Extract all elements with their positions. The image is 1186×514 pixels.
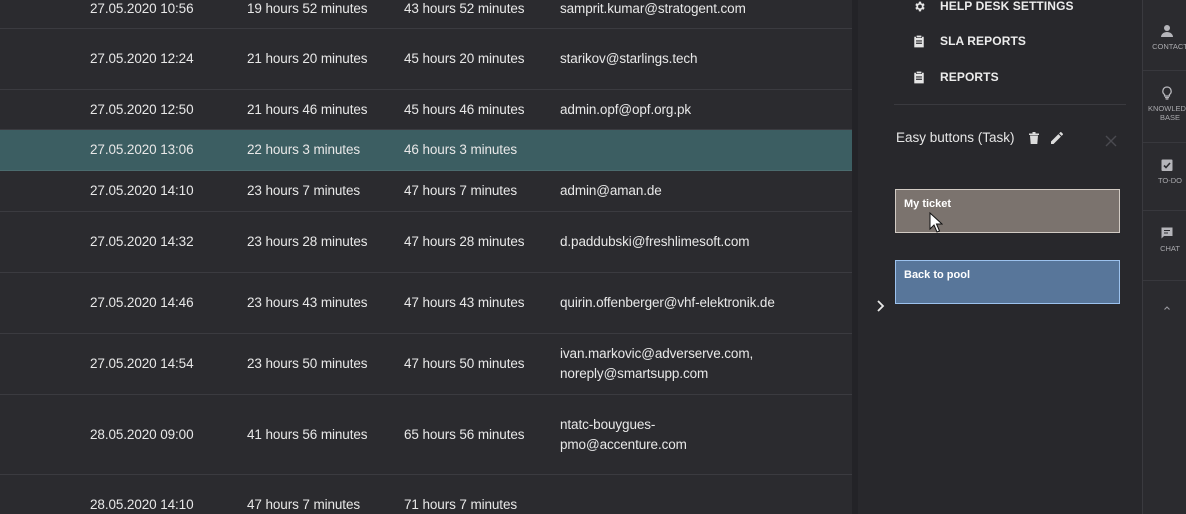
row-response-time: 21 hours 20 minutes <box>247 51 368 66</box>
my-ticket-label: My ticket <box>904 198 952 210</box>
row-response-time: 19 hours 52 minutes <box>247 0 368 16</box>
menu-item-label: REPORTS <box>940 70 999 84</box>
lightbulb-icon <box>1162 86 1172 100</box>
mouse-cursor-icon <box>929 212 943 233</box>
chat-icon <box>1161 227 1173 239</box>
table-row[interactable]: 27.05.2020 13:06 22 hours 3 minutes 46 hou… <box>0 130 852 171</box>
clipboard-icon <box>912 34 926 48</box>
row-date: 27.05.2020 14:32 <box>90 234 194 249</box>
sidebar-item-label: KNOWLEDGE BASE <box>1148 104 1186 122</box>
table-row[interactable]: 27.05.2020 14:32 23 hours 28 minutes 47 ho… <box>0 212 852 273</box>
easy-buttons-header: Easy buttons (Task) <box>896 130 1063 145</box>
row-response-time: 21 hours 46 minutes <box>247 101 368 117</box>
row-email: d.paddubski@freshlimesoft.com <box>560 234 750 249</box>
row-email: samprit.kumar@stratogent.com <box>560 0 746 16</box>
person-icon <box>1161 25 1173 37</box>
row-date: 27.05.2020 14:54 <box>90 356 194 371</box>
right-sidebar: CONTACT KNOWLEDGE BASE TO-DO CHAT <box>1142 0 1186 514</box>
menu-item-sla-reports[interactable]: SLA REPORTS <box>912 31 1026 51</box>
row-resolution-time: 47 hours 43 minutes <box>404 295 525 310</box>
table-rows: 27.05.2020 10:56 19 hours 52 minutes 43 ho… <box>0 0 852 514</box>
table-row[interactable]: 27.05.2020 12:24 21 hours 20 minutes 45 ho… <box>0 29 852 90</box>
row-response-time: 23 hours 28 minutes <box>247 234 368 249</box>
close-icon[interactable] <box>1104 134 1118 148</box>
table-row[interactable]: 27.05.2020 14:46 23 hours 43 minutes 47 ho… <box>0 273 852 334</box>
row-resolution-time: 46 hours 3 minutes <box>404 142 518 157</box>
row-email: quirin.offenberger@vhf-elektronik.de <box>560 295 775 310</box>
table-row[interactable]: 28.05.2020 14:10 47 hours 7 minutes 71 hou… <box>0 475 852 514</box>
menu-item-help-desk-settings[interactable]: HELP DESK SETTINGS <box>912 0 1074 16</box>
row-resolution-time: 45 hours 20 minutes <box>404 51 525 66</box>
right-panel: HELP DESK SETTINGS SLA REPORTS REPORTS E… <box>858 0 1142 514</box>
table-row[interactable]: 27.05.2020 14:54 23 hours 50 minutes 47 ho… <box>0 334 852 395</box>
menu-item-label: SLA REPORTS <box>940 34 1026 48</box>
row-email: ivan.markovic@adverserve.com, noreply@sm… <box>560 346 754 381</box>
sidebar-divider <box>1143 210 1186 211</box>
row-resolution-time: 47 hours 7 minutes <box>404 183 518 198</box>
row-resolution-time: 45 hours 46 minutes <box>404 101 525 117</box>
back-to-pool-button[interactable]: Back to pool <box>895 260 1120 304</box>
gear-icon <box>912 0 926 13</box>
menu-divider <box>894 104 1126 105</box>
sidebar-item-todo[interactable]: TO-DO <box>1143 158 1186 185</box>
clipboard-icon <box>912 70 926 84</box>
sidebar-item-contact[interactable]: CONTACT <box>1143 24 1186 51</box>
sidebar-divider <box>1143 142 1186 143</box>
row-resolution-time: 65 hours 56 minutes <box>404 426 525 442</box>
chevron-right-icon[interactable] <box>876 299 886 313</box>
row-response-time: 23 hours 7 minutes <box>247 183 361 198</box>
pencil-icon[interactable] <box>1050 131 1063 144</box>
table-row[interactable]: 27.05.2020 14:10 23 hours 7 minutes 47 hou… <box>0 171 852 212</box>
table-row[interactable]: 28.05.2020 09:00 41 hours 56 minutes 65 ho… <box>0 395 852 475</box>
row-date: 27.05.2020 13:06 <box>90 142 194 157</box>
row-date: 27.05.2020 10:56 <box>90 0 194 16</box>
row-date: 27.05.2020 12:50 <box>90 101 194 117</box>
chevron-up-icon[interactable] <box>1163 304 1171 312</box>
row-email: admin.opf@opf.org.pk <box>560 101 692 117</box>
sidebar-item-label: CONTACT <box>1152 42 1186 51</box>
sidebar-item-chat[interactable]: CHAT <box>1143 226 1186 253</box>
row-resolution-time: 43 hours 52 minutes <box>404 0 525 16</box>
row-email: admin@aman.de <box>560 183 662 198</box>
row-resolution-time: 71 hours 7 minutes <box>404 497 518 512</box>
menu-item-reports[interactable]: REPORTS <box>912 67 999 87</box>
row-email: ntatc-bouygues-pmo@accenture.com <box>560 416 687 452</box>
sidebar-item-label: TO-DO <box>1157 176 1183 185</box>
sidebar-item-knowledge-base[interactable]: KNOWLEDGE BASE <box>1143 86 1186 122</box>
row-date: 27.05.2020 14:46 <box>90 295 194 310</box>
menu-item-label: HELP DESK SETTINGS <box>940 0 1074 13</box>
row-response-time: 41 hours 56 minutes <box>247 426 368 442</box>
ticket-table: 27.05.2020 10:56 19 hours 52 minutes 43 ho… <box>0 0 852 514</box>
trash-icon[interactable] <box>1028 131 1039 144</box>
row-date: 27.05.2020 12:24 <box>90 51 194 66</box>
row-response-time: 47 hours 7 minutes <box>247 497 361 512</box>
row-response-time: 23 hours 43 minutes <box>247 295 368 310</box>
row-date: 28.05.2020 14:10 <box>90 497 194 512</box>
row-resolution-time: 47 hours 28 minutes <box>404 234 525 249</box>
row-date: 28.05.2020 09:00 <box>90 426 194 442</box>
app-root: 27.05.2020 10:56 19 hours 52 minutes 43 ho… <box>0 0 1186 514</box>
easy-buttons-title: Easy buttons (Task) <box>896 130 1015 145</box>
table-row[interactable]: 27.05.2020 10:56 19 hours 52 minutes 43 ho… <box>0 0 852 29</box>
checklist-icon <box>1161 159 1173 171</box>
row-response-time: 22 hours 3 minutes <box>247 142 361 157</box>
table-row[interactable]: 27.05.2020 12:50 21 hours 46 minutes 45 ho… <box>0 90 852 130</box>
row-email: starikov@starlings.tech <box>560 51 698 66</box>
row-resolution-time: 47 hours 50 minutes <box>404 356 525 371</box>
sidebar-item-label: CHAT <box>1160 244 1180 253</box>
row-date: 27.05.2020 14:10 <box>90 183 194 198</box>
row-response-time: 23 hours 50 minutes <box>247 356 368 371</box>
sidebar-divider <box>1143 70 1186 71</box>
sidebar-divider <box>1143 280 1186 281</box>
back-to-pool-label: Back to pool <box>904 269 971 281</box>
